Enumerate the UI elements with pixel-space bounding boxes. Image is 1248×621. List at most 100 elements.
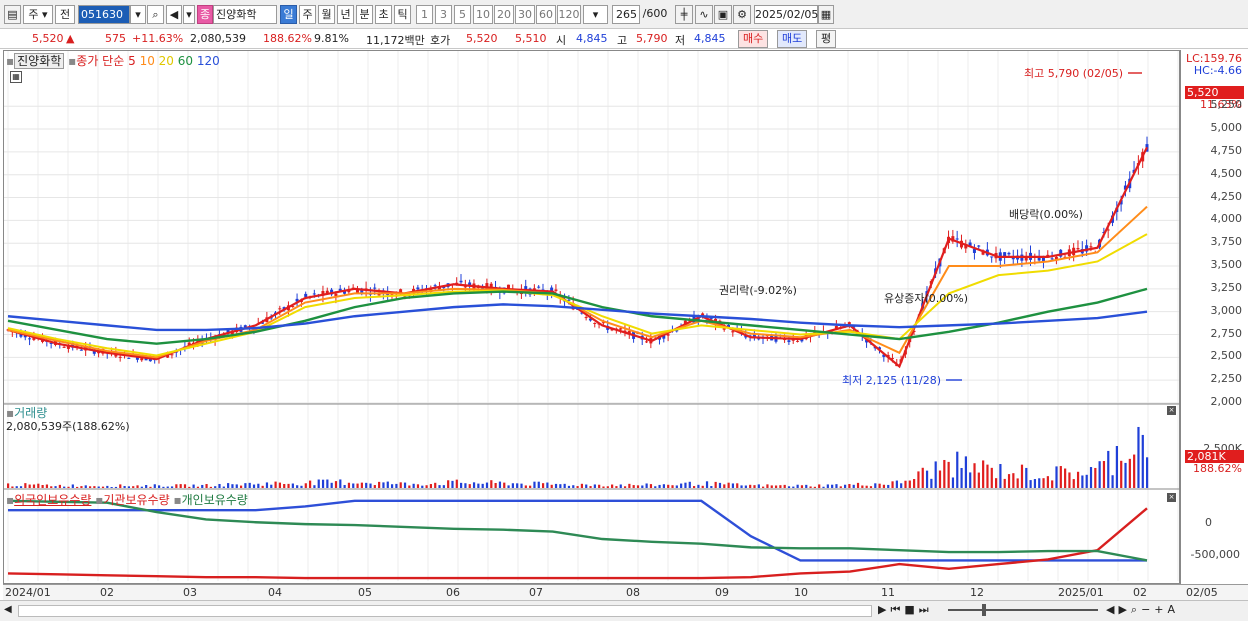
candle-body (619, 328, 623, 330)
volume-bar (843, 484, 847, 488)
x-label: 08 (626, 586, 640, 599)
interval-5[interactable]: 5 (454, 5, 471, 24)
volume-bar (511, 483, 514, 488)
period-day-button[interactable]: 일 (280, 5, 297, 24)
period-year-button[interactable]: 년 (337, 5, 354, 24)
volume-bar (434, 482, 437, 488)
volume-bar (252, 484, 256, 488)
candle-body (787, 340, 791, 343)
x-label: 06 (446, 586, 460, 599)
volume-bar (658, 484, 661, 488)
line-tool-icon[interactable]: ∿ (695, 5, 713, 24)
volume-bar (455, 479, 458, 488)
code-dropdown-icon[interactable]: ▾ (130, 5, 146, 24)
zoom-slider-handle[interactable] (982, 604, 986, 616)
speaker-dropdown-icon[interactable]: ▾ (183, 5, 195, 24)
price-tick-label: 3,000 (1210, 303, 1243, 317)
interval-120[interactable]: 120 (557, 5, 581, 24)
volume-bar (822, 486, 825, 488)
interval-20[interactable]: 20 (494, 5, 514, 24)
custom-interval-select[interactable]: ▾ (583, 5, 608, 24)
volume-bar (645, 483, 648, 488)
holdings-legend: ▪외국인보유수량 ▪기관보유수량 ▪개인보유수량 (6, 491, 248, 508)
volume-bar (442, 485, 445, 488)
candle-body (312, 293, 316, 295)
stock-name-field[interactable]: 진양화학 (213, 5, 277, 24)
ma5-label: 5 (128, 54, 136, 68)
period-week-button[interactable]: 주 (299, 5, 316, 24)
prev-button[interactable]: 전 (55, 5, 75, 24)
playback-controls[interactable]: ▶⏮■⏭ (878, 603, 933, 617)
event-annotation: 유상증자(0.00%) (884, 292, 968, 305)
period-minute-button[interactable]: 분 (356, 5, 373, 24)
volume-bar (606, 486, 609, 488)
zoom-slider[interactable] (948, 609, 1098, 611)
stock-code-input[interactable]: 051630 (78, 5, 130, 24)
horizontal-scrollbar[interactable] (18, 605, 872, 617)
volume-bar (309, 480, 312, 488)
volume-bar (774, 485, 778, 488)
period-tick-button[interactable]: 틱 (394, 5, 411, 24)
volume-bar (343, 484, 346, 488)
candle-icon[interactable]: ╪ (675, 5, 693, 24)
volume-bar (386, 481, 389, 488)
panel-close-icon[interactable]: × (1167, 406, 1176, 415)
save-icon[interactable]: ▣ (714, 5, 732, 24)
volume-bar (395, 483, 398, 488)
open-label: 시 (556, 34, 567, 47)
sell-button[interactable]: 매도 (777, 30, 808, 48)
candle-body (1089, 246, 1093, 248)
interval-1[interactable]: 1 (416, 5, 433, 24)
volume-bar (520, 483, 523, 488)
volume-bar (865, 485, 868, 488)
volume-bar (352, 483, 355, 488)
gear-icon[interactable]: ⚙ (733, 5, 751, 24)
chart-area[interactable]: 최고 5,790 (02/05) 최저 2,125 (11/28) 권리락(-9.0… (3, 50, 1180, 584)
volume-bar (757, 484, 760, 488)
volume-bar (1055, 466, 1058, 488)
ma10-label: 10 (139, 54, 155, 68)
x-label: 2025/01 (1058, 586, 1104, 599)
data-count-input[interactable]: 265 (612, 5, 640, 24)
avg-button[interactable]: 평 (816, 30, 837, 48)
date-input[interactable]: 2025/02/05 (754, 5, 818, 24)
candle-body (1076, 248, 1080, 250)
speaker-icon[interactable]: ◀ (166, 5, 182, 24)
buy-button[interactable]: 매수 (738, 30, 769, 48)
window-menu-icon[interactable]: ▤ (4, 5, 21, 24)
market-select[interactable]: 주 ▾ (23, 5, 53, 24)
volume-bar (24, 483, 27, 488)
candle-body (537, 286, 541, 288)
volume-bar (960, 467, 963, 488)
calendar-icon[interactable]: ▦ (818, 5, 834, 24)
volume-bar (770, 485, 773, 488)
scroll-left-icon[interactable]: ◀ (4, 604, 12, 615)
volume-bar (140, 486, 143, 488)
period-month-button[interactable]: 월 (318, 5, 335, 24)
zoom-buttons[interactable]: ◀▶⌕−+A (1106, 603, 1179, 617)
market-label: 주 (28, 8, 39, 21)
volume-bar (649, 484, 653, 488)
volume-bar (516, 483, 519, 488)
volume-bar (675, 485, 678, 488)
candle-body (1007, 252, 1011, 255)
foreign-holdings-label: 외국인보유수량 (14, 493, 92, 507)
period-second-button[interactable]: 초 (375, 5, 392, 24)
grid-icon[interactable]: ▦ (10, 71, 22, 83)
volume-bar (999, 464, 1002, 488)
interval-3[interactable]: 3 (435, 5, 452, 24)
volume-bar (76, 486, 79, 488)
search-icon[interactable]: ⌕ (147, 5, 164, 24)
ma60-label: 60 (177, 54, 194, 68)
price-tick-label: 3,500 (1210, 258, 1243, 272)
interval-60[interactable]: 60 (536, 5, 556, 24)
interval-30[interactable]: 30 (515, 5, 535, 24)
volume-bar (796, 484, 799, 488)
volume-bar (1128, 458, 1131, 488)
volume-bar (270, 484, 273, 488)
panel-close-icon[interactable]: × (1167, 493, 1176, 502)
volume-bar (1098, 461, 1101, 488)
ma-title: 종가 단순 (76, 54, 125, 68)
volume-bar (1089, 467, 1093, 488)
interval-10[interactable]: 10 (473, 5, 493, 24)
